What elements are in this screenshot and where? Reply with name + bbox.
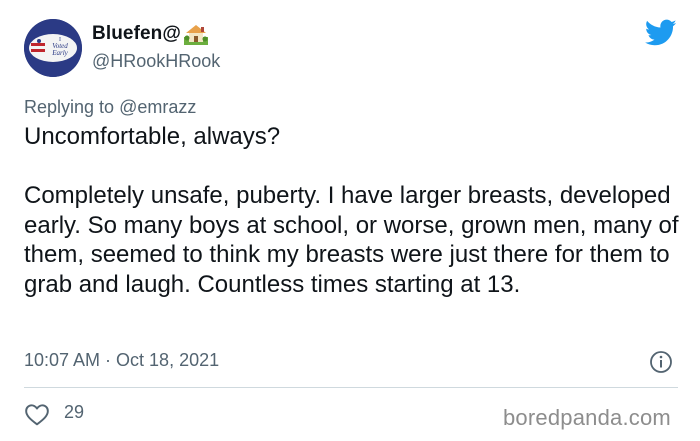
reply-prefix: Replying to [24,97,120,117]
house-with-garden-icon [184,25,208,45]
display-name-text: Bluefen@ [92,23,181,44]
display-name[interactable]: Bluefen@ [92,23,208,45]
twitter-bird-icon[interactable] [645,19,677,47]
user-handle[interactable]: @HRookHRook [92,51,220,72]
info-icon[interactable] [649,350,673,374]
replying-to: Replying to @emrazz [24,97,196,118]
boredpanda-watermark: boredpanda.com [503,405,671,430]
heart-icon[interactable] [24,402,50,426]
avatar[interactable]: I Voted Early [24,19,82,77]
divider [24,387,678,388]
like-count: 29 [64,402,85,422]
voted-early-sticker-icon: I Voted Early [24,19,82,77]
tweet-card: I Voted Early Bluefen@ @HRookHRook Reply… [0,0,700,441]
reply-mention-link[interactable]: @emrazz [119,97,196,117]
tweet-text: Uncomfortable, always? Completely unsafe… [24,123,679,298]
tweet-timestamp[interactable]: 10:07 AM · Oct 18, 2021 [24,350,219,371]
avatar-line-3: Early [51,49,68,57]
